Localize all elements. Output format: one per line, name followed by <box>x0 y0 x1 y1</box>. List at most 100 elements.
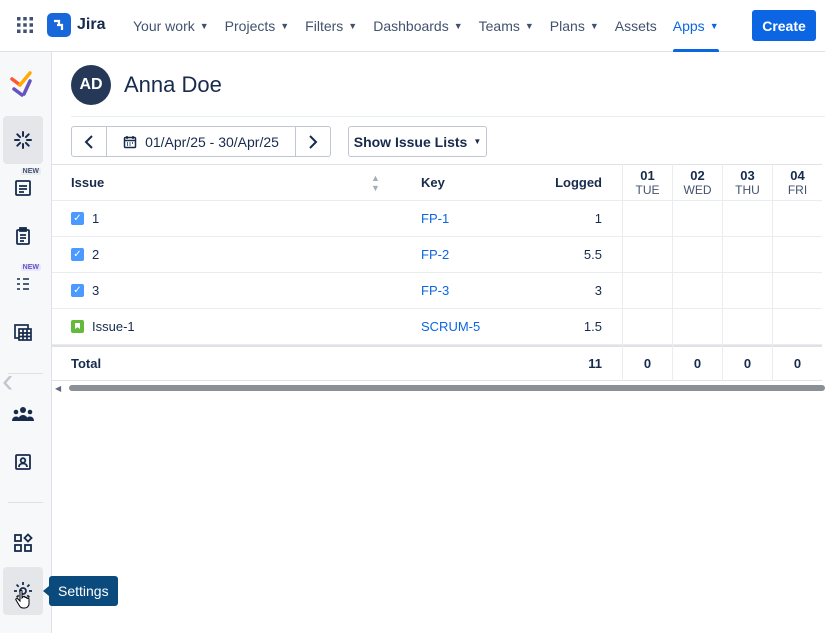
task-type-icon: ✓ <box>71 284 84 297</box>
day-cell[interactable] <box>773 201 822 237</box>
jira-logo[interactable]: Jira <box>47 13 105 37</box>
caret-down-icon: ▼ <box>473 137 482 146</box>
chevron-down-icon: ▼ <box>280 21 290 31</box>
nav-apps[interactable]: Apps ▼ <box>665 0 727 52</box>
total-label: Total <box>71 356 102 371</box>
app-switcher-icon[interactable] <box>16 16 34 34</box>
table-header-row: Issue ▲ ▼ Key Logged <box>52 164 622 201</box>
day-header: 02 WED <box>673 164 722 201</box>
scrollbar-thumb[interactable] <box>69 385 825 391</box>
contact-card-icon <box>15 454 31 470</box>
nav-filters[interactable]: Filters ▼ <box>297 0 365 52</box>
day-column: 03 THU 0 <box>722 164 772 381</box>
header-divider <box>71 116 825 117</box>
day-cell[interactable] <box>673 309 722 345</box>
chevron-down-icon: ▼ <box>199 21 209 31</box>
day-name: THU <box>735 183 760 197</box>
sidebar-item-profile[interactable] <box>3 438 43 486</box>
column-header-key[interactable]: Key <box>421 165 445 200</box>
sort-icon[interactable]: ▲ ▼ <box>371 165 380 200</box>
total-logged-value: 11 <box>588 356 602 371</box>
nav-label: Projects <box>224 18 276 34</box>
day-number: 02 <box>690 168 705 183</box>
scroll-left-icon[interactable]: ◀ <box>55 384 61 393</box>
nav-teams[interactable]: Teams ▼ <box>471 0 542 52</box>
sidebar-item-apps[interactable] <box>3 519 43 567</box>
people-icon <box>12 407 34 421</box>
day-cell[interactable] <box>623 201 672 237</box>
issue-summary[interactable]: Issue-1 <box>92 319 135 334</box>
table-row[interactable]: ✓ 1 FP-1 1 <box>52 201 622 237</box>
nav-your-work[interactable]: Your work ▼ <box>125 0 217 52</box>
date-range-picker[interactable]: 01/Apr/25 - 30/Apr/25 <box>107 126 295 157</box>
sidebar-item-checklist[interactable]: NEW <box>3 260 43 308</box>
day-header: 03 THU <box>723 164 772 201</box>
day-cell[interactable] <box>723 273 772 309</box>
sidebar-item-clipboard[interactable] <box>3 212 43 260</box>
nav-plans[interactable]: Plans ▼ <box>542 0 607 52</box>
table-row[interactable]: ✓ 2 FP-2 5.5 <box>52 237 622 273</box>
day-cell[interactable] <box>623 273 672 309</box>
date-range-label: 01/Apr/25 - 30/Apr/25 <box>145 133 279 150</box>
next-period-button[interactable] <box>295 126 331 157</box>
day-cell[interactable] <box>673 273 722 309</box>
day-number: 04 <box>790 168 805 183</box>
day-number: 03 <box>740 168 755 183</box>
nav-projects[interactable]: Projects ▼ <box>217 0 298 52</box>
table-row[interactable]: Issue-1 SCRUM-5 1.5 <box>52 309 622 345</box>
day-cell[interactable] <box>673 237 722 273</box>
sidebar-item-app-logo[interactable] <box>3 60 43 108</box>
logged-value: 5.5 <box>583 247 602 262</box>
sidebar-item-settings[interactable] <box>3 567 43 615</box>
issue-table: Issue ▲ ▼ Key Logged ✓ 1 FP-1 1 ✓ 2 FP-2 … <box>52 164 622 381</box>
day-cell[interactable] <box>773 237 822 273</box>
calendar-grid-icon <box>14 324 32 341</box>
sidebar-item-worklogs[interactable]: NEW <box>3 164 43 212</box>
nav-assets[interactable]: Assets <box>607 0 665 52</box>
day-cell[interactable] <box>673 201 722 237</box>
day-column: 04 FRI 0 <box>772 164 822 381</box>
document-icon <box>15 180 31 196</box>
day-header: 01 TUE <box>623 164 672 201</box>
issue-summary[interactable]: 2 <box>92 247 99 262</box>
issue-summary[interactable]: 3 <box>92 283 99 298</box>
day-cell[interactable] <box>623 237 672 273</box>
story-type-icon <box>71 320 84 333</box>
nav-dashboards[interactable]: Dashboards ▼ <box>365 0 470 52</box>
issue-cell: ✓ 1 <box>71 201 99 236</box>
issue-summary[interactable]: 1 <box>92 211 99 226</box>
day-cell[interactable] <box>773 309 822 345</box>
issue-key-link[interactable]: FP-3 <box>421 273 449 308</box>
show-issue-lists-button[interactable]: Show Issue Lists ▼ <box>348 126 487 157</box>
table-row[interactable]: ✓ 3 FP-3 3 <box>52 273 622 309</box>
horizontal-scrollbar[interactable]: ◀ <box>55 383 825 393</box>
day-cell[interactable] <box>773 273 822 309</box>
app-sidebar: NEW NEW ‹ <box>0 52 52 633</box>
column-header-logged[interactable]: Logged <box>555 165 602 200</box>
day-cell[interactable] <box>723 201 772 237</box>
day-column: 01 TUE 0 <box>622 164 672 381</box>
avatar[interactable]: AD <box>71 65 111 105</box>
day-cell[interactable] <box>723 309 772 345</box>
issue-key-link[interactable]: FP-2 <box>421 237 449 272</box>
sidebar-item-calendar[interactable] <box>3 308 43 356</box>
issue-key-link[interactable]: SCRUM-5 <box>421 309 480 344</box>
settings-tooltip: Settings <box>43 576 118 606</box>
day-cell[interactable] <box>723 237 772 273</box>
create-button[interactable]: Create <box>752 10 816 41</box>
column-header-issue[interactable]: Issue <box>71 165 104 200</box>
total-row: Total 11 <box>52 345 622 381</box>
sidebar-item-teams[interactable] <box>3 390 43 438</box>
nav-label: Filters <box>305 18 344 34</box>
day-cell[interactable] <box>623 309 672 345</box>
issue-key-link[interactable]: FP-1 <box>421 201 449 236</box>
previous-period-button[interactable] <box>71 126 107 157</box>
sidebar-item-loading[interactable] <box>3 116 43 164</box>
timesheet-table: Issue ▲ ▼ Key Logged ✓ 1 FP-1 1 ✓ 2 FP-2 … <box>52 164 825 381</box>
user-header: AD Anna Doe <box>71 65 222 105</box>
calendar-icon <box>123 135 137 148</box>
logged-value: 1 <box>594 211 602 226</box>
top-navigation-bar: Jira Your work ▼ Projects ▼ Filters ▼ Dashb… <box>0 0 825 52</box>
day-name: FRI <box>787 183 808 197</box>
day-total: 0 <box>623 345 672 381</box>
